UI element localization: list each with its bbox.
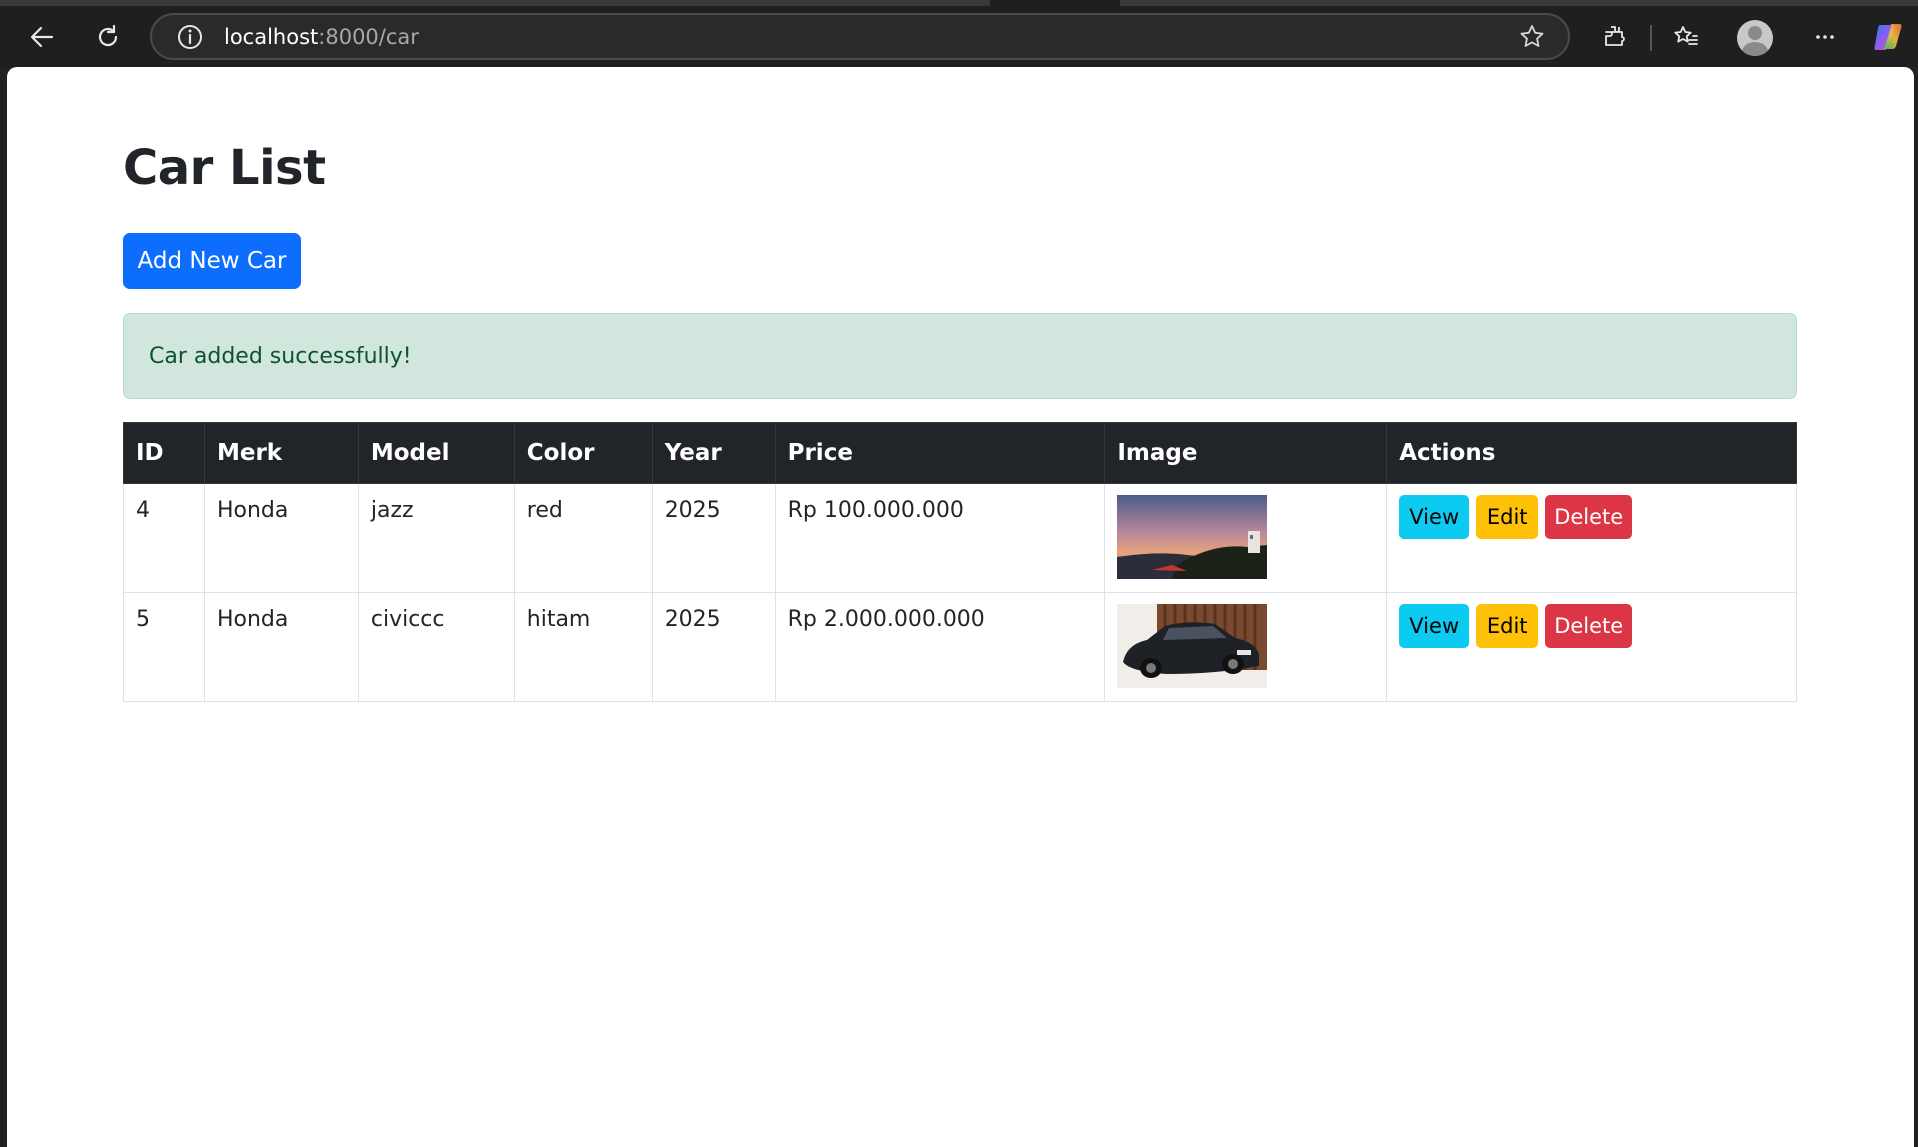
site-info-icon[interactable] [176, 23, 204, 51]
back-arrow-icon [30, 26, 54, 48]
cell-color: hitam [513, 592, 653, 702]
cell-merk: Honda [203, 483, 359, 593]
url-host: localhost [224, 24, 319, 49]
reload-icon [98, 24, 118, 47]
more-button[interactable] [1805, 17, 1845, 57]
edit-button[interactable]: Edit [1476, 495, 1539, 539]
cell-price: Rp 2.000.000.000 [774, 592, 1106, 702]
black-sedan-image [1117, 604, 1268, 688]
cell-year: 2025 [651, 483, 776, 593]
cell-model: civiccc [357, 592, 515, 702]
edit-button[interactable]: Edit [1476, 604, 1539, 648]
delete-button[interactable]: Delete [1545, 604, 1633, 648]
cell-id: 5 [123, 592, 205, 702]
sunset-landscape-image [1117, 495, 1268, 579]
cell-image [1104, 592, 1388, 702]
cell-color: red [513, 483, 653, 593]
header-year: Year [651, 422, 776, 484]
cell-merk: Honda [203, 592, 359, 702]
extensions-icon [1605, 26, 1625, 46]
header-id: ID [123, 422, 205, 484]
cell-image [1104, 483, 1388, 593]
cell-year: 2025 [651, 592, 776, 702]
tab-strip [1120, 0, 1918, 6]
favorites-icon [1674, 26, 1698, 45]
table-header-row: ID Merk Model Color Year Price Image Act… [123, 422, 1797, 484]
header-merk: Merk [203, 422, 359, 484]
profile-icon[interactable] [1737, 20, 1773, 56]
cell-id: 4 [123, 483, 205, 593]
extensions-button[interactable] [1594, 17, 1634, 57]
alert-message: Car added successfully! [149, 343, 412, 369]
url-path: :8000/car [318, 24, 419, 49]
success-alert: Car added successfully! [123, 313, 1797, 399]
page-title: Car List [123, 140, 326, 196]
header-price: Price [774, 422, 1106, 484]
car-table: ID Merk Model Color Year Price Image Act… [123, 422, 1797, 702]
cell-actions: View Edit Delete [1386, 483, 1797, 593]
cell-price: Rp 100.000.000 [774, 483, 1106, 593]
add-new-car-button[interactable]: Add New Car [123, 233, 301, 289]
cell-actions: View Edit Delete [1386, 592, 1797, 702]
view-button[interactable]: View [1399, 604, 1470, 648]
header-image: Image [1104, 422, 1388, 484]
toolbar-divider [1650, 25, 1652, 51]
table-row: 5 Honda civiccc hitam 2025 Rp 2.000.000.… [123, 592, 1797, 702]
reload-button[interactable] [88, 17, 128, 57]
view-button[interactable]: View [1399, 495, 1470, 539]
more-icon [1816, 35, 1834, 39]
favorites-button[interactable] [1666, 17, 1706, 57]
address-bar[interactable]: localhost:8000/car [150, 13, 1570, 60]
header-model: Model [357, 422, 515, 484]
tab-strip [0, 0, 990, 6]
delete-button[interactable]: Delete [1545, 495, 1633, 539]
header-actions: Actions [1386, 422, 1797, 484]
back-button[interactable] [22, 17, 62, 57]
page-viewport: Car List Add New Car Car added successfu… [7, 67, 1914, 1147]
copilot-icon[interactable] [1872, 20, 1906, 54]
table-row: 4 Honda jazz red 2025 Rp 100.000.000 Vie… [123, 483, 1797, 593]
browser-toolbar: localhost:8000/car [0, 0, 1918, 67]
cell-model: jazz [357, 483, 515, 593]
favorite-star-icon[interactable] [1518, 23, 1546, 51]
header-color: Color [513, 422, 653, 484]
